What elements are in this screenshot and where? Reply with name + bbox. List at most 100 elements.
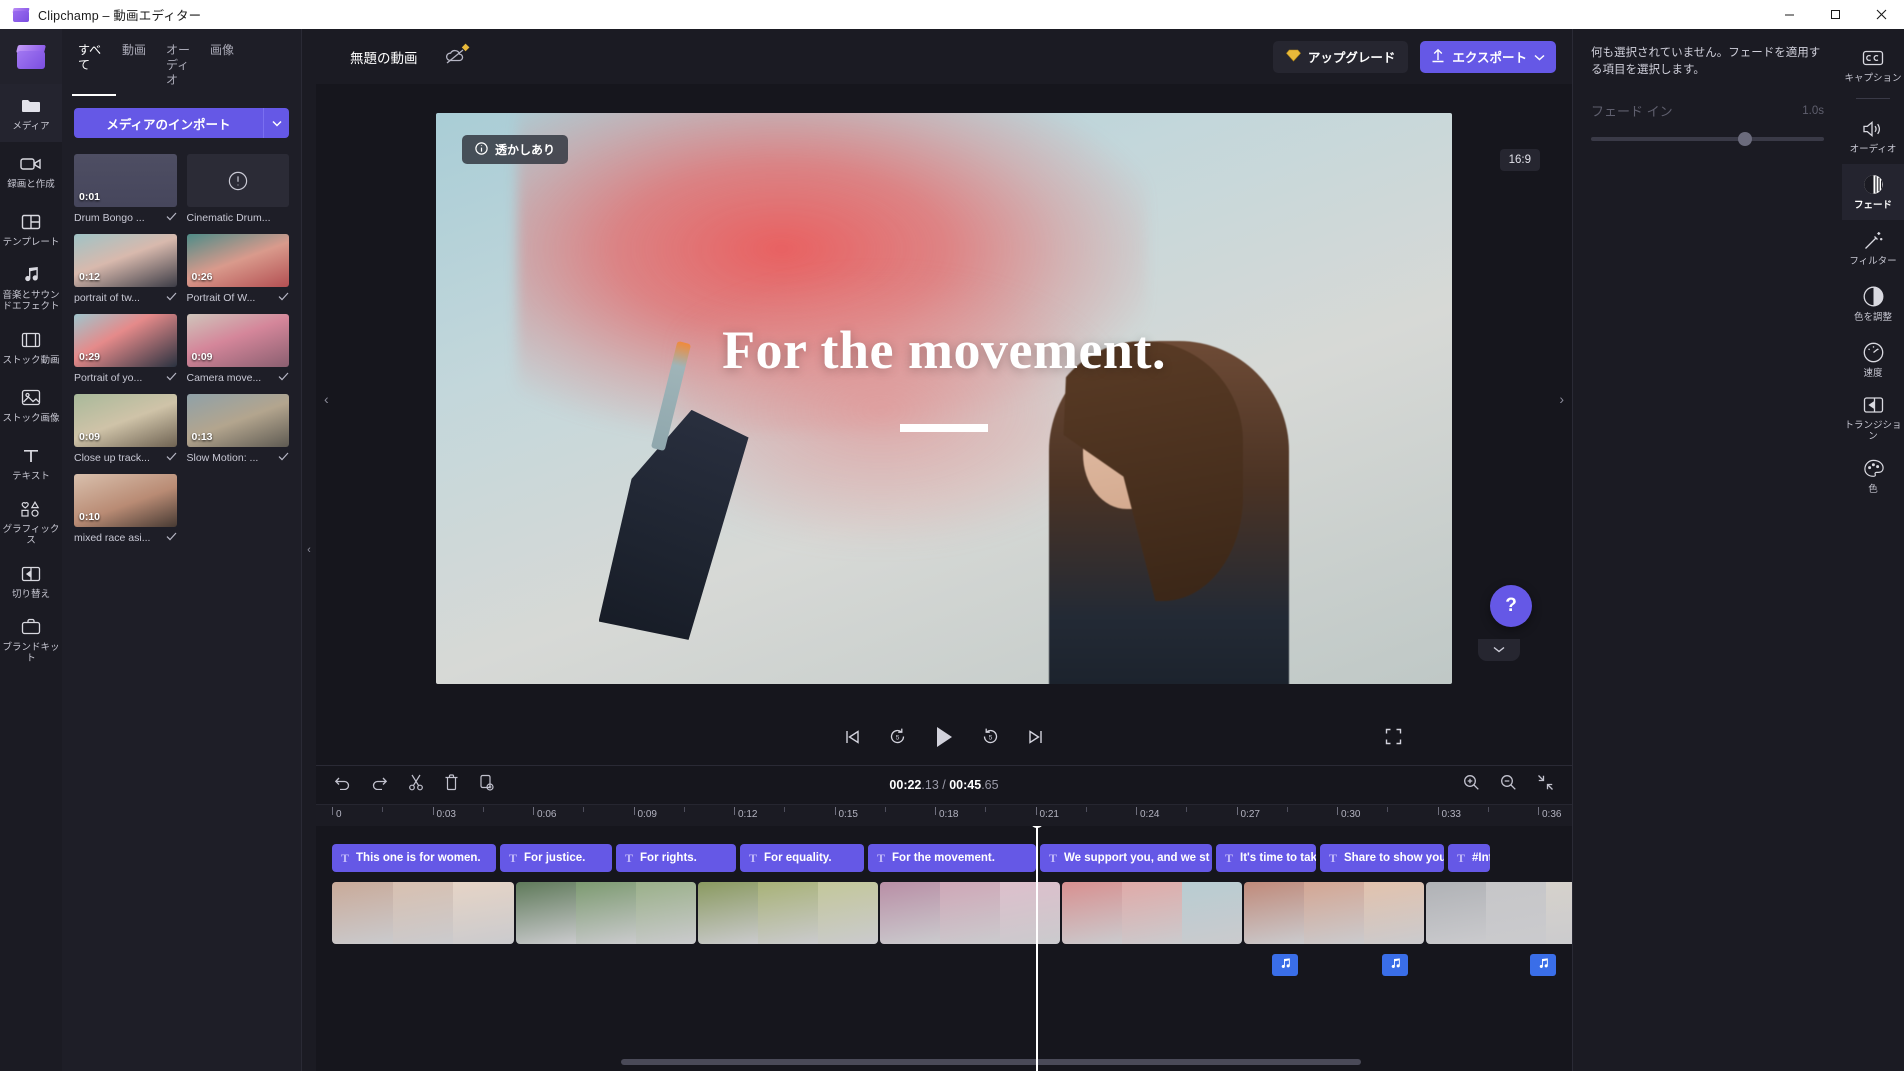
tab-image[interactable]: 画像 (204, 41, 248, 96)
fit-timeline-button[interactable] (1537, 774, 1554, 796)
scrollbar-thumb[interactable] (621, 1059, 1361, 1065)
cloud-sync-status[interactable]: ◆ (444, 42, 470, 67)
sidebar-item-music-sound-effects[interactable]: 音楽とサウンドエフェクト (0, 258, 62, 318)
timeline-text-clip[interactable]: T For rights. (616, 844, 736, 872)
timeline-video-clip[interactable] (332, 882, 514, 944)
media-thumbnail[interactable]: 0:13 (186, 394, 289, 447)
stage-prev-arrow[interactable]: ‹ (324, 391, 329, 407)
playhead[interactable] (1029, 826, 1044, 1071)
timeline-text-clip[interactable]: T This one is for women. (332, 844, 496, 872)
tool-adjust-colors[interactable]: 色を調整 (1842, 276, 1904, 332)
timeline-video-clip[interactable] (1062, 882, 1242, 944)
tab-all[interactable]: すべて (72, 41, 116, 96)
sidebar-item-stock-images[interactable]: ストック画像 (0, 376, 62, 434)
timeline-text-clip[interactable]: T It's time to take (1216, 844, 1316, 872)
tool-audio[interactable]: オーディオ (1842, 108, 1904, 164)
media-item[interactable]: 0:13 Slow Motion: ... (186, 394, 289, 464)
timeline-text-clip[interactable]: T For the movement. (868, 844, 1036, 872)
help-button[interactable]: ? (1490, 585, 1532, 627)
sidebar-item-media[interactable]: メディア (0, 84, 62, 142)
timeline-ruler[interactable]: 0 0:03 0:06 0:09 0:12 0:15 0:18 0:21 0:24 0:27 0:3… (316, 804, 1572, 826)
duplicate-button[interactable] (479, 774, 494, 796)
media-item[interactable]: 0:29 Portrait of yo... (74, 314, 177, 384)
redo-button[interactable] (371, 775, 388, 795)
sidebar-item-text[interactable]: テキスト (0, 434, 62, 492)
tab-audio[interactable]: オーディオ (160, 41, 204, 96)
timeline-video-clip[interactable] (1426, 882, 1572, 944)
sidebar-item-graphics[interactable]: グラフィックス (0, 492, 62, 552)
fade-in-slider[interactable] (1591, 132, 1824, 146)
timeline-toolbar: 00:22.13 / 00:45.65 (316, 766, 1572, 804)
help-collapse-button[interactable] (1478, 639, 1520, 661)
sidebar-item-record-create[interactable]: 録画と作成 (0, 142, 62, 200)
media-item[interactable]: 0:01 Drum Bongo ... (74, 154, 177, 224)
fullscreen-button[interactable] (1385, 728, 1402, 750)
sidebar-item-stock-video[interactable]: ストック動画 (0, 318, 62, 376)
split-button[interactable] (408, 774, 424, 796)
timeline-audio-clip[interactable] (1530, 954, 1556, 976)
project-title[interactable]: 無題の動画 (350, 47, 418, 67)
timeline-video-clip[interactable] (698, 882, 878, 944)
media-thumbnail[interactable]: 0:12 (74, 234, 177, 287)
media-item[interactable]: 0:09 Close up track... (74, 394, 177, 464)
close-button[interactable] (1858, 0, 1904, 29)
play-button[interactable] (933, 725, 955, 754)
media-item[interactable]: 0:12 portrait of tw... (74, 234, 177, 304)
timeline-video-clip[interactable] (1244, 882, 1424, 944)
upgrade-button[interactable]: アップグレード (1272, 40, 1409, 73)
palette-icon (1863, 458, 1884, 480)
media-thumbnail[interactable]: 0:10 (74, 474, 177, 527)
tool-color[interactable]: 色 (1842, 448, 1904, 504)
minimize-button[interactable] (1766, 0, 1812, 29)
media-thumbnail[interactable]: 0:26 (186, 234, 289, 287)
delete-button[interactable] (444, 774, 459, 796)
timeline-video-clip[interactable] (880, 882, 1060, 944)
skip-to-start-button[interactable] (843, 728, 862, 751)
media-item[interactable]: 0:09 Camera move... (186, 314, 289, 384)
skip-to-end-button[interactable] (1026, 728, 1045, 751)
timeline-text-clip[interactable]: T Share to show your (1320, 844, 1444, 872)
video-preview[interactable]: For the movement. 透かしあり (436, 113, 1452, 684)
tab-video[interactable]: 動画 (116, 41, 160, 96)
tool-transitions[interactable]: トランジション (1842, 388, 1904, 448)
maximize-button[interactable] (1812, 0, 1858, 29)
media-item[interactable]: Cinematic Drum... (186, 154, 289, 224)
sidebar-item-transitions[interactable]: 切り替え (0, 552, 62, 610)
zoom-out-button[interactable] (1500, 774, 1517, 796)
aspect-ratio-badge[interactable]: 16:9 (1499, 149, 1540, 171)
timeline-horizontal-scrollbar[interactable] (316, 1059, 1572, 1065)
upload-arrow-icon (1431, 48, 1445, 66)
sidebar-item-templates[interactable]: テンプレート (0, 200, 62, 258)
timeline-text-clip[interactable]: T We support you, and we st (1040, 844, 1212, 872)
tool-fade[interactable]: フェード (1842, 164, 1904, 220)
tool-filters[interactable]: フィルター (1842, 220, 1904, 276)
import-media-button[interactable]: メディアのインポート (74, 108, 263, 138)
watermark-badge[interactable]: 透かしあり (462, 135, 569, 164)
media-thumbnail[interactable]: 0:29 (74, 314, 177, 367)
media-thumbnail[interactable] (186, 154, 289, 207)
media-thumbnail[interactable]: 0:01 (74, 154, 177, 207)
timeline-audio-clip[interactable] (1272, 954, 1298, 976)
timeline-video-clip[interactable] (516, 882, 696, 944)
media-item[interactable]: 0:26 Portrait Of W... (186, 234, 289, 304)
tool-speed[interactable]: 速度 (1842, 332, 1904, 388)
rewind-5s-button[interactable]: 5 (888, 727, 907, 751)
media-thumbnail[interactable]: 0:09 (186, 314, 289, 367)
stage-next-arrow[interactable]: › (1559, 391, 1564, 407)
media-item[interactable]: 0:10 mixed race asi... (74, 474, 177, 544)
fade-in-slider-knob[interactable] (1737, 132, 1752, 146)
timeline-text-clip[interactable]: T #Int (1448, 844, 1490, 872)
forward-5s-button[interactable]: 5 (981, 727, 1000, 751)
playhead-grip[interactable] (1029, 826, 1044, 828)
media-thumbnail[interactable]: 0:09 (74, 394, 177, 447)
media-panel-collapse-handle[interactable]: ‹ (302, 29, 316, 1071)
export-button[interactable]: エクスポート (1420, 40, 1556, 73)
timeline-text-clip[interactable]: T For justice. (500, 844, 612, 872)
import-media-dropdown-button[interactable] (263, 108, 289, 138)
undo-button[interactable] (334, 775, 351, 795)
zoom-in-button[interactable] (1463, 774, 1480, 796)
tool-captions[interactable]: キャプション (1842, 37, 1904, 93)
sidebar-item-brand-kit[interactable]: ブランドキット (0, 610, 62, 670)
timeline-audio-clip[interactable] (1382, 954, 1408, 976)
timeline-text-clip[interactable]: T For equality. (740, 844, 864, 872)
